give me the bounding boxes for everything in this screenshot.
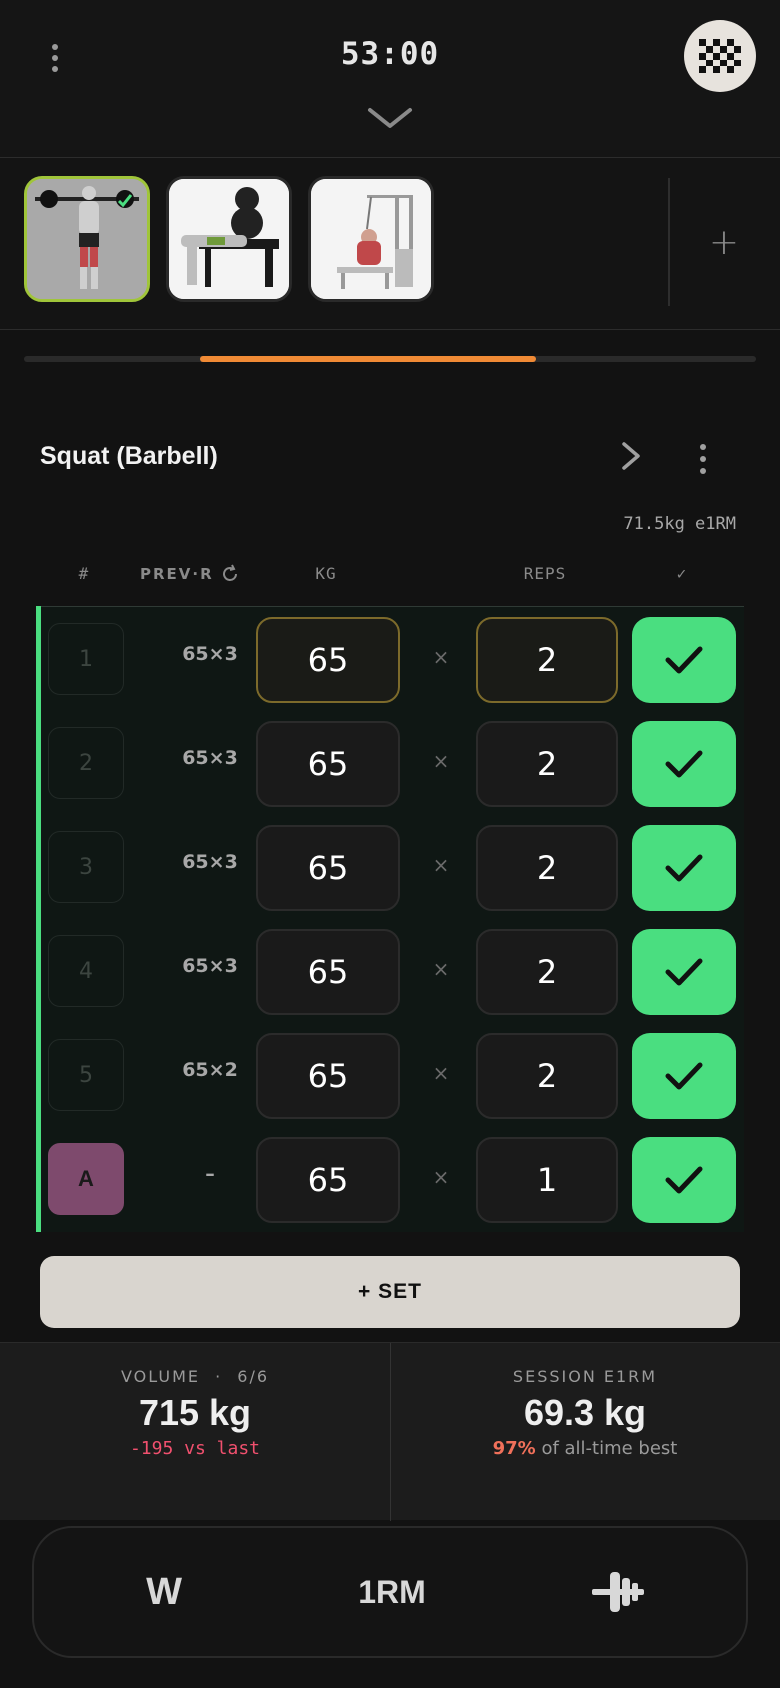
set-complete-button[interactable] <box>632 825 736 911</box>
col-header-reps: REPS <box>523 564 567 583</box>
col-header-prev[interactable]: PREV·R <box>140 564 280 584</box>
checkmark-icon <box>665 1166 703 1194</box>
finish-flag-button[interactable] <box>684 20 756 92</box>
set-complete-button[interactable] <box>632 617 736 703</box>
set-row-warmup: A – 65 × 1 <box>36 1127 744 1231</box>
col-header-prev-label: PREV·R <box>140 565 214 583</box>
exercise-menu-icon[interactable] <box>694 444 712 474</box>
set-previous[interactable]: 65×3 <box>150 643 270 665</box>
exercise-strip: + <box>0 158 780 330</box>
set-number[interactable]: 5 <box>48 1039 124 1111</box>
set-weight-input[interactable]: 65 <box>256 617 400 703</box>
add-set-button[interactable]: + SET <box>40 1256 740 1328</box>
volume-delta: -195 vs last <box>129 1438 261 1459</box>
lat-pulldown-illustration <box>311 179 431 299</box>
set-reps-input[interactable]: 2 <box>476 929 618 1015</box>
checkmark-icon <box>665 958 703 986</box>
set-previous[interactable]: 65×2 <box>150 1059 270 1081</box>
set-reps-input[interactable]: 2 <box>476 825 618 911</box>
exercise-thumb-bench[interactable] <box>166 176 292 302</box>
refresh-icon <box>222 564 237 581</box>
set-type-badge[interactable]: A <box>48 1143 124 1215</box>
times-sign: × <box>432 957 450 981</box>
barbell-plates-icon <box>592 1572 644 1612</box>
checkmark-icon <box>665 750 703 778</box>
set-complete-button[interactable] <box>632 929 736 1015</box>
checkmark-icon <box>665 854 703 882</box>
volume-stat: VOLUME · 6/6 715 kg -195 vs last <box>0 1367 390 1459</box>
e1rm-percent: 97% <box>492 1438 536 1459</box>
collapse-chevron-icon[interactable] <box>366 104 414 132</box>
add-exercise-button[interactable]: + <box>668 178 780 306</box>
exercise-thumb-lat-pulldown[interactable] <box>308 176 434 302</box>
set-reps-input[interactable]: 2 <box>476 617 618 703</box>
checkmark-icon <box>665 1062 703 1090</box>
set-reps-input[interactable]: 1 <box>476 1137 618 1223</box>
set-number[interactable]: 4 <box>48 935 124 1007</box>
exercise-progress-bar <box>24 356 756 362</box>
exercise-e1rm: 71.5kg e1RM <box>623 514 736 534</box>
set-reps-input[interactable]: 2 <box>476 721 618 807</box>
set-complete-button[interactable] <box>632 721 736 807</box>
bench-press-illustration <box>169 179 289 299</box>
plate-calculator-button[interactable] <box>548 1528 688 1656</box>
checkered-flag-icon <box>699 39 741 73</box>
bottom-toolbar: W 1RM <box>32 1526 748 1658</box>
set-weight-input[interactable]: 65 <box>256 825 400 911</box>
e1rm-value: 69.3 kg <box>523 1392 647 1433</box>
workout-header: 53:00 <box>0 0 780 158</box>
set-weight-input[interactable]: 65 <box>256 1137 400 1223</box>
set-previous[interactable]: 65×3 <box>150 851 270 873</box>
times-sign: × <box>432 749 450 773</box>
exercise-thumb-squat[interactable] <box>24 176 150 302</box>
sets-accent-bar <box>36 606 41 1232</box>
set-number[interactable]: 3 <box>48 831 124 903</box>
set-row: 1 65×3 65 × 2 <box>36 607 744 711</box>
volume-count: 6/6 <box>237 1367 270 1386</box>
squat-illustration <box>27 179 147 299</box>
volume-value: 715 kg <box>138 1392 252 1433</box>
set-row: 4 65×3 65 × 2 <box>36 919 744 1023</box>
volume-label: VOLUME <box>120 1367 200 1386</box>
col-header-kg: KG <box>315 564 337 583</box>
set-complete-button[interactable] <box>632 1033 736 1119</box>
set-previous[interactable]: 65×3 <box>150 955 270 977</box>
e1rm-stat: SESSION E1RM 69.3 kg 97% of all-time bes… <box>390 1367 780 1459</box>
set-row: 2 65×3 65 × 2 <box>36 711 744 815</box>
set-weight-input[interactable]: 65 <box>256 929 400 1015</box>
e1rm-sub: of all-time best <box>541 1438 678 1459</box>
exercise-progress-fill <box>199 356 537 362</box>
sets-table: 1 65×3 65 × 2 2 65×3 65 × 2 3 65×3 65 × … <box>36 606 744 1232</box>
set-number[interactable]: 1 <box>48 623 124 695</box>
exercise-title[interactable]: Squat (Barbell) <box>40 442 218 471</box>
set-row: 3 65×3 65 × 2 <box>36 815 744 919</box>
times-sign: × <box>432 645 450 669</box>
set-reps-input[interactable]: 2 <box>476 1033 618 1119</box>
set-row: 5 65×2 65 × 2 <box>36 1023 744 1127</box>
onerm-tool-button[interactable]: 1RM <box>322 1528 462 1656</box>
volume-separator: · <box>215 1367 223 1386</box>
e1rm-label: SESSION E1RM <box>512 1367 658 1386</box>
workout-timer: 53:00 <box>340 36 440 72</box>
set-previous[interactable]: – <box>150 1163 270 1185</box>
set-number[interactable]: 2 <box>48 727 124 799</box>
set-weight-input[interactable]: 65 <box>256 1033 400 1119</box>
times-sign: × <box>432 1165 450 1189</box>
set-previous[interactable]: 65×3 <box>150 747 270 769</box>
session-stats: VOLUME · 6/6 715 kg -195 vs last SESSION… <box>0 1342 780 1521</box>
col-header-set: # <box>78 564 90 583</box>
times-sign: × <box>432 1061 450 1085</box>
set-weight-input[interactable]: 65 <box>256 721 400 807</box>
col-header-done: ✓ <box>676 564 688 583</box>
volume-label-row: VOLUME · 6/6 <box>0 1367 390 1386</box>
checkmark-icon <box>665 646 703 674</box>
set-complete-button[interactable] <box>632 1137 736 1223</box>
times-sign: × <box>432 853 450 877</box>
warmup-tool-button[interactable]: W <box>94 1528 234 1656</box>
chevron-right-icon[interactable] <box>612 436 648 476</box>
